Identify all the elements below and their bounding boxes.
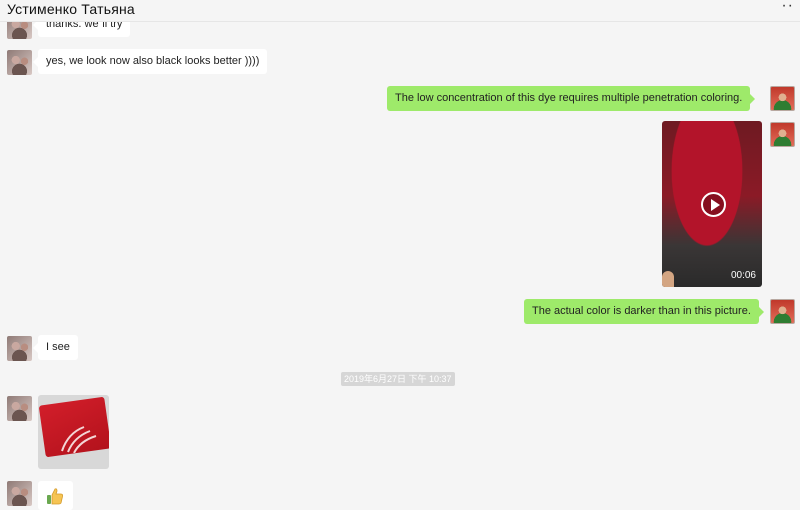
contact-avatar[interactable] xyxy=(7,336,32,361)
my-avatar[interactable] xyxy=(770,122,795,147)
message-bubble-incoming[interactable]: yes, we look now also black looks better… xyxy=(32,49,268,74)
message-bubble-outgoing[interactable]: The low concentration of this dye requir… xyxy=(387,86,756,111)
message-bubble-incoming[interactable]: I see xyxy=(33,335,78,360)
contact-name: Устименко Татьяна xyxy=(7,1,135,17)
title-bar: Устименко Татьяна ·· xyxy=(0,0,800,22)
chat-window: Устименко Татьяна ·· thanks. we`ll try y… xyxy=(0,0,800,510)
emoji-message[interactable] xyxy=(38,481,73,510)
more-icon[interactable]: ·· xyxy=(781,0,794,15)
video-duration: 00:06 xyxy=(730,270,756,281)
contact-avatar[interactable] xyxy=(7,481,32,506)
video-thumbnail-detail xyxy=(662,271,674,287)
video-message[interactable]: 00:06 xyxy=(662,121,762,287)
play-icon[interactable] xyxy=(701,192,726,217)
contact-avatar[interactable] xyxy=(7,50,32,75)
thumbs-up-icon xyxy=(47,488,63,505)
timestamp-divider: 2019年6月27日 下午 10:37 xyxy=(341,372,455,386)
contact-avatar[interactable] xyxy=(7,396,32,421)
image-message[interactable] xyxy=(38,395,109,469)
message-bubble-outgoing[interactable]: The actual color is darker than in this … xyxy=(524,299,764,324)
my-avatar[interactable] xyxy=(770,299,795,324)
my-avatar[interactable] xyxy=(770,86,795,111)
image-detail xyxy=(61,426,97,453)
